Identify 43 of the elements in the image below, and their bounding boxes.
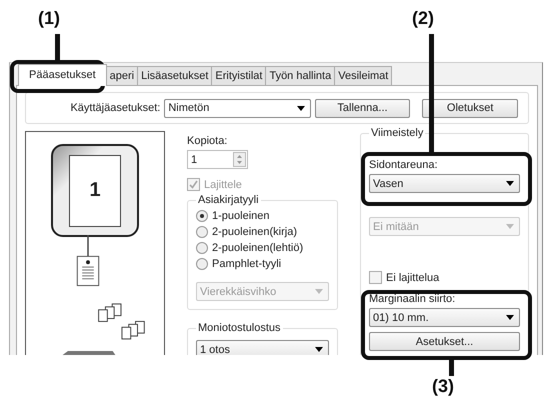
collate-label: Lajittele bbox=[204, 178, 242, 190]
callout-label: (2) bbox=[412, 8, 434, 29]
group-title: Viimeistely bbox=[370, 127, 424, 139]
radio-button[interactable] bbox=[196, 226, 208, 238]
copies-label: Kopiota: bbox=[187, 135, 228, 147]
radio-label: 2-puoleinen(kirja) bbox=[212, 226, 297, 238]
caret-icon bbox=[506, 224, 514, 229]
dialog-button[interactable]: Tallenna... bbox=[314, 98, 410, 118]
margin-shift-label: Marginaalin siirto: bbox=[369, 293, 456, 305]
caret-icon bbox=[315, 289, 323, 294]
user-settings-dropdown[interactable]: Nimetön bbox=[164, 98, 311, 118]
callout-label: (3) bbox=[432, 376, 454, 397]
no-offset-checkbox[interactable] bbox=[369, 271, 382, 284]
radio-button[interactable] bbox=[196, 258, 208, 270]
copies-field[interactable]: 1 bbox=[187, 150, 248, 169]
group-title: Moniotostulostus bbox=[197, 322, 282, 334]
tab[interactable]: Vesileimat bbox=[334, 66, 392, 85]
tab[interactable]: Lisäasetukset bbox=[137, 66, 212, 85]
caret-icon bbox=[506, 181, 514, 186]
no-offset-label: Ei lajittelua bbox=[386, 272, 440, 284]
caret-icon bbox=[315, 347, 323, 352]
tab[interactable]: Erityistilat bbox=[211, 66, 266, 85]
dialog-button[interactable]: Oletukset bbox=[422, 98, 518, 118]
multi-copy-dropdown[interactable]: 1 otos bbox=[196, 340, 329, 355]
radio-label: 2-puoleinen(lehtiö) bbox=[212, 242, 304, 254]
radio-label: 1-puoleinen bbox=[212, 210, 270, 222]
user-settings-label: Käyttäjäasetukset: bbox=[69, 102, 160, 114]
radio-button[interactable] bbox=[196, 242, 208, 254]
binding-label: Sidontareuna: bbox=[369, 159, 438, 171]
margin-shift-dropdown[interactable]: 01) 10 mm. bbox=[369, 308, 520, 327]
settings-button[interactable]: Asetukset... bbox=[369, 332, 520, 351]
caret-icon bbox=[296, 106, 305, 110]
page-preview: 1 bbox=[51, 144, 139, 238]
radio-label: Pamphlet-tyyli bbox=[212, 258, 282, 270]
tab[interactable]: Pääasetukset bbox=[18, 64, 107, 86]
tab[interactable]: Työn hallinta bbox=[265, 66, 336, 85]
group-title: Asiakirjatyyli bbox=[197, 194, 260, 206]
binding-dropdown[interactable]: Vasen bbox=[369, 174, 520, 193]
callout-label: (1) bbox=[38, 8, 60, 29]
tab[interactable]: aperi bbox=[106, 66, 138, 85]
caret-icon bbox=[506, 315, 514, 320]
radio-button[interactable] bbox=[196, 210, 208, 222]
spinner-arrows-icon bbox=[233, 152, 246, 167]
